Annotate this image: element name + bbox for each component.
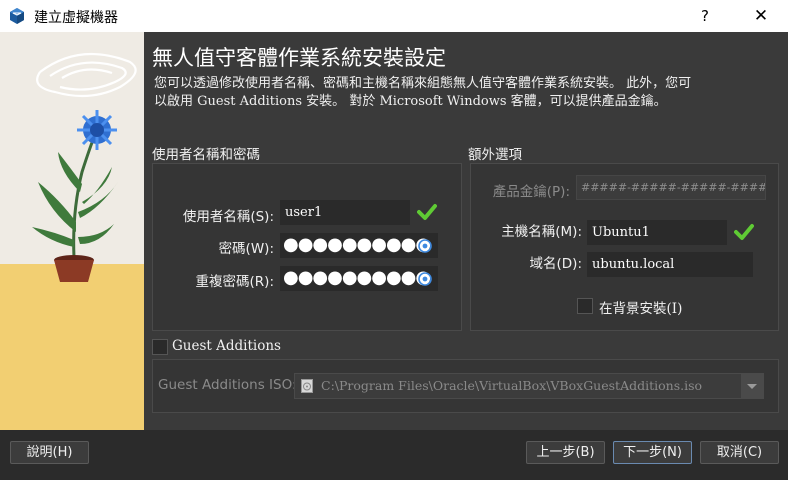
guest-additions-label[interactable]: Guest Additions [172,338,281,354]
username-input[interactable]: user1 [280,200,410,225]
show-password-icon[interactable] [418,239,432,253]
guest-additions-iso-selector: C:\Program Files\Oracle\VirtualBox\VBoxG… [294,373,764,399]
flower-pot-illustration [0,32,144,430]
credentials-section-label: 使用者名稱和密碼 [152,147,260,163]
window-title: 建立虛擬機器 [34,10,118,26]
username-label: 使用者名稱(S): [182,209,274,225]
hostname-valid-icon [734,224,754,240]
cancel-button[interactable]: 取消(C) [700,441,779,464]
repeat-password-label: 重複密碼(R): [195,274,274,290]
wizard-footer: 說明(H) 上一步(B) 下一步(N) 取消(C) [0,430,788,480]
guest-additions-iso-label: Guest Additions ISO: [158,377,297,393]
page-description: 您可以透過修改使用者名稱、密碼和主機名稱來組態無人值守客體作業系統安裝。 此外，… [154,76,692,109]
product-key-label: 產品金鑰(P): [492,184,570,200]
iso-dropdown-arrow [741,374,763,398]
guest-additions-checkbox[interactable] [152,339,168,355]
chevron-down-icon [747,384,757,389]
next-button[interactable]: 下一步(N) [613,441,692,464]
background-install-label[interactable]: 在背景安裝(I) [599,297,682,317]
extra-options-section-label: 額外選項 [468,147,522,163]
show-repeat-password-icon[interactable] [418,272,432,286]
guest-additions-iso-path: C:\Program Files\Oracle\VirtualBox\VBoxG… [321,378,703,393]
product-key-input: #####-#####-#####-#####-##### [576,175,766,200]
help-button[interactable]: 說明(H) [10,441,89,464]
help-title-button[interactable]: ? [690,0,720,32]
background-install-checkbox[interactable] [577,298,593,314]
close-button[interactable]: ✕ [744,0,778,32]
page-title: 無人值守客體作業系統安裝設定 [152,46,446,70]
domain-input[interactable]: ubuntu.local [587,252,753,277]
back-button[interactable]: 上一步(B) [526,441,605,464]
hostname-input[interactable]: Ubuntu1 [587,220,727,245]
wizard-page: 無人值守客體作業系統安裝設定 您可以透過修改使用者名稱、密碼和主機名稱來組態無人… [0,32,788,430]
password-label: 密碼(W): [218,241,274,257]
title-bar: 建立虛擬機器 ? ✕ [0,0,788,32]
username-valid-icon [417,204,437,220]
virtualbox-icon [10,8,24,24]
disc-file-icon [301,379,313,393]
repeat-password-input[interactable]: ●●●●●●●●●● [280,266,438,291]
password-input[interactable]: ●●●●●●●●●● [280,233,438,258]
wizard-illustration [0,32,144,430]
hostname-label: 主機名稱(M): [501,224,582,240]
domain-label: 域名(D): [529,256,582,272]
